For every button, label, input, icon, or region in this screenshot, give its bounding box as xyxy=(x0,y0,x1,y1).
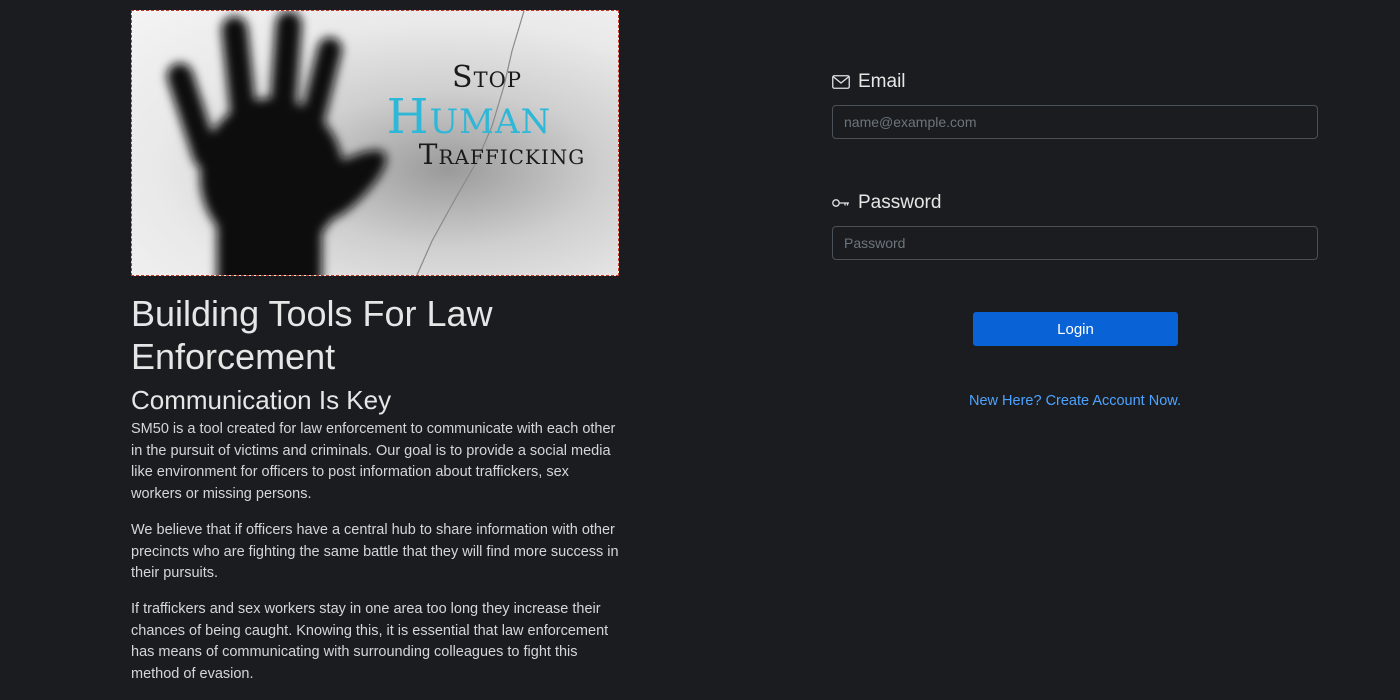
page: Stop Human Trafficking Building Tools Fo… xyxy=(0,0,1400,700)
email-field[interactable] xyxy=(832,105,1318,139)
intro-paragraph-1: SM50 is a tool created for law enforceme… xyxy=(131,421,616,503)
email-label-row: Email xyxy=(832,66,1318,98)
hero-slogan-line3: Trafficking xyxy=(418,138,586,171)
intro-paragraph-3: If traffickers and sex workers stay in o… xyxy=(131,600,609,683)
password-field[interactable] xyxy=(832,226,1318,260)
hero-slogan: Stop Human Trafficking xyxy=(332,61,612,171)
envelope-icon xyxy=(832,75,850,89)
login-form: Email Password Login New Here? Create Ac… xyxy=(832,66,1318,409)
password-label: Password xyxy=(858,192,942,213)
key-icon xyxy=(832,199,849,207)
login-button[interactable]: Login xyxy=(973,312,1178,346)
page-subtitle: Communication Is Key xyxy=(131,385,392,415)
page-title: Building Tools For Law Enforcement xyxy=(131,293,493,377)
hero-slogan-line2: Human xyxy=(386,89,552,145)
password-label-row: Password xyxy=(832,187,1318,219)
email-label: Email xyxy=(858,71,906,92)
intro-paragraph-2: We believe that if officers have a centr… xyxy=(131,521,619,582)
intro-column: Stop Human Trafficking Building Tools Fo… xyxy=(131,10,619,686)
create-account-link[interactable]: New Here? Create Account Now. xyxy=(832,393,1318,409)
hero-banner-image: Stop Human Trafficking xyxy=(131,10,619,276)
